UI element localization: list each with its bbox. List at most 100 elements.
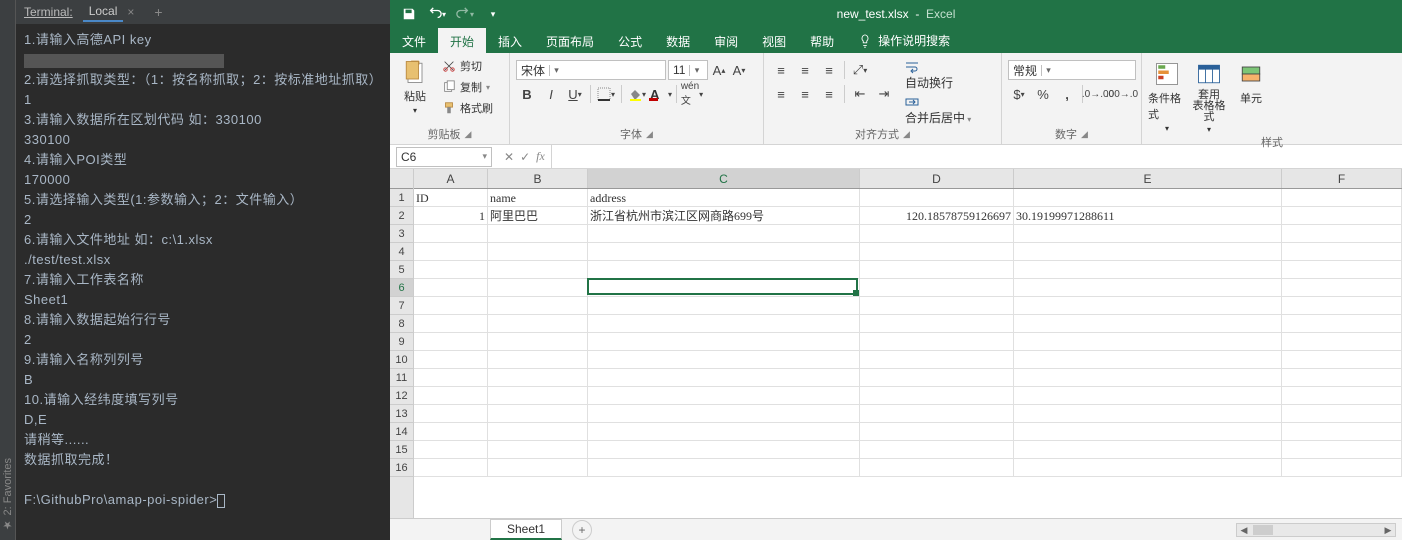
accounting-format-button[interactable]: $▾ xyxy=(1008,84,1030,104)
cell[interactable] xyxy=(488,297,588,315)
cell[interactable] xyxy=(588,423,860,441)
phonetic-button[interactable]: wén文▾ xyxy=(681,84,703,104)
cancel-formula-icon[interactable]: ✕ xyxy=(504,150,514,164)
cell[interactable] xyxy=(488,279,588,297)
cell[interactable] xyxy=(860,243,1014,261)
tab-file[interactable]: 文件 xyxy=(390,28,438,53)
cell[interactable] xyxy=(860,279,1014,297)
cell[interactable] xyxy=(588,279,860,297)
cell[interactable] xyxy=(488,441,588,459)
cell[interactable] xyxy=(414,387,488,405)
cell[interactable]: 阿里巴巴 xyxy=(488,207,588,225)
row-header[interactable]: 13 xyxy=(390,405,413,423)
cell[interactable] xyxy=(588,441,860,459)
percent-format-button[interactable]: % xyxy=(1032,84,1054,104)
cell[interactable] xyxy=(414,441,488,459)
paste-button[interactable]: 粘贴▾ xyxy=(396,56,434,115)
cell[interactable]: 浙江省杭州市滨江区网商路699号 xyxy=(588,207,860,225)
cell[interactable] xyxy=(588,351,860,369)
cell[interactable] xyxy=(860,225,1014,243)
cell[interactable] xyxy=(588,333,860,351)
cell[interactable] xyxy=(488,387,588,405)
cell[interactable] xyxy=(414,297,488,315)
column-header[interactable]: E xyxy=(1014,169,1282,188)
cell[interactable] xyxy=(1014,297,1282,315)
tab-view[interactable]: 视图 xyxy=(750,28,798,53)
cell[interactable] xyxy=(488,423,588,441)
merge-center-button[interactable]: 合并后居中 ▾ xyxy=(905,95,971,126)
row-header[interactable]: 1 xyxy=(390,189,413,207)
cell[interactable] xyxy=(860,441,1014,459)
row-header[interactable]: 4 xyxy=(390,243,413,261)
decrease-font-button[interactable]: A▾ xyxy=(730,60,748,80)
cell[interactable] xyxy=(860,315,1014,333)
select-all-corner[interactable] xyxy=(390,169,413,189)
enter-formula-icon[interactable]: ✓ xyxy=(520,150,530,164)
cell[interactable] xyxy=(1014,387,1282,405)
cell[interactable] xyxy=(414,261,488,279)
tab-data[interactable]: 数据 xyxy=(654,28,702,53)
cell[interactable] xyxy=(1282,297,1402,315)
cell[interactable] xyxy=(588,315,860,333)
cell[interactable] xyxy=(1014,279,1282,297)
align-middle-button[interactable]: ≡ xyxy=(794,60,816,80)
cell[interactable] xyxy=(1282,333,1402,351)
tell-me[interactable]: 操作说明搜索 xyxy=(846,28,962,53)
cell[interactable] xyxy=(1282,369,1402,387)
cell[interactable] xyxy=(1014,441,1282,459)
tab-formula[interactable]: 公式 xyxy=(606,28,654,53)
align-center-button[interactable]: ≡ xyxy=(794,84,816,104)
cell[interactable] xyxy=(1014,351,1282,369)
border-button[interactable]: ▾ xyxy=(595,84,617,104)
cell[interactable] xyxy=(1282,243,1402,261)
row-header[interactable]: 10 xyxy=(390,351,413,369)
column-header[interactable]: D xyxy=(860,169,1014,188)
scroll-left-icon[interactable]: ◀ xyxy=(1237,525,1251,536)
dialog-launcher-icon[interactable]: ◢ xyxy=(1081,129,1088,140)
align-left-button[interactable]: ≡ xyxy=(770,84,792,104)
row-header[interactable]: 8 xyxy=(390,315,413,333)
conditional-format-button[interactable]: 条件格式▾ xyxy=(1148,58,1186,133)
cell[interactable] xyxy=(588,369,860,387)
cell[interactable] xyxy=(588,387,860,405)
cell[interactable] xyxy=(1014,333,1282,351)
column-header[interactable]: C xyxy=(588,169,860,188)
cell[interactable] xyxy=(860,423,1014,441)
cell[interactable] xyxy=(860,387,1014,405)
cell[interactable] xyxy=(488,261,588,279)
scroll-thumb[interactable] xyxy=(1253,525,1273,535)
cell[interactable] xyxy=(488,315,588,333)
wrap-text-button[interactable]: 自动换行 xyxy=(905,60,971,91)
cell[interactable] xyxy=(414,333,488,351)
horizontal-scrollbar[interactable]: ◀ ▶ xyxy=(1236,523,1396,537)
cell[interactable] xyxy=(860,369,1014,387)
bold-button[interactable]: B xyxy=(516,84,538,104)
increase-font-button[interactable]: A▴ xyxy=(710,60,728,80)
cell[interactable] xyxy=(488,405,588,423)
row-header[interactable]: 6 xyxy=(390,279,413,297)
terminal-add-tab[interactable]: + xyxy=(154,4,162,20)
cell[interactable] xyxy=(860,297,1014,315)
cell[interactable] xyxy=(1014,243,1282,261)
cell[interactable] xyxy=(1282,459,1402,477)
dialog-launcher-icon[interactable]: ◢ xyxy=(465,129,472,140)
align-right-button[interactable]: ≡ xyxy=(818,84,840,104)
column-header[interactable]: F xyxy=(1282,169,1402,188)
cell[interactable] xyxy=(1282,279,1402,297)
cell[interactable] xyxy=(1014,315,1282,333)
row-header[interactable]: 15 xyxy=(390,441,413,459)
fill-color-button[interactable]: ▾ xyxy=(626,84,648,104)
cell[interactable] xyxy=(588,297,860,315)
cell[interactable] xyxy=(414,423,488,441)
font-name-combo[interactable]: 宋体▾ xyxy=(516,60,666,80)
save-icon[interactable] xyxy=(396,2,422,26)
tab-review[interactable]: 审阅 xyxy=(702,28,750,53)
cell[interactable] xyxy=(488,243,588,261)
cut-button[interactable]: 剪切 xyxy=(438,56,497,76)
cell[interactable] xyxy=(414,459,488,477)
tab-layout[interactable]: 页面布局 xyxy=(534,28,606,53)
row-header[interactable]: 3 xyxy=(390,225,413,243)
cell[interactable] xyxy=(860,459,1014,477)
cell-styles-button[interactable]: 单元 xyxy=(1232,58,1270,106)
terminal-output[interactable]: 1.请输入高德API keyx2.请选择抓取类型：（1：按名称抓取；2：按标准地… xyxy=(16,24,390,540)
